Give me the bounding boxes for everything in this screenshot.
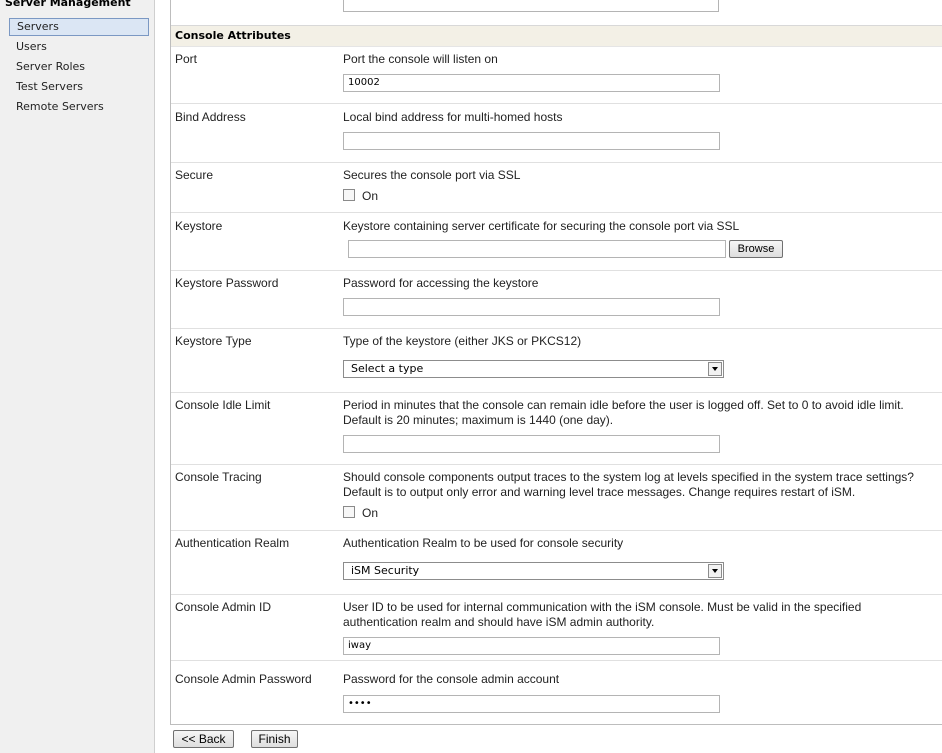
sidebar-item-servers[interactable]: Servers	[9, 18, 149, 36]
section-header: Console Attributes	[171, 25, 942, 47]
secure-description: Secures the console port via SSL	[343, 168, 521, 182]
secure-row: Secure Secures the console port via SSL …	[171, 163, 942, 213]
sidebar-item-remote-servers[interactable]: Remote Servers	[9, 98, 147, 116]
chevron-down-icon[interactable]	[708, 564, 722, 578]
idle-limit-row: Console Idle Limit Period in minutes tha…	[171, 393, 942, 465]
bind-address-label: Bind Address	[175, 110, 246, 124]
admin-password-label: Console Admin Password	[175, 672, 312, 686]
section-title: Console Attributes	[175, 29, 291, 42]
keystore-password-label: Keystore Password	[175, 276, 279, 290]
idle-limit-input[interactable]	[343, 435, 720, 453]
auth-realm-row: Authentication Realm Authentication Real…	[171, 531, 942, 595]
keystore-description: Keystore containing server certificate f…	[343, 219, 740, 233]
bind-address-row: Bind Address Local bind address for mult…	[171, 104, 942, 163]
keystore-label: Keystore	[175, 219, 223, 233]
sidebar: Server Management Servers Users Server R…	[0, 0, 155, 753]
tracing-label: Console Tracing	[175, 470, 262, 484]
sidebar-title: Server Management	[5, 0, 131, 9]
previous-field-input[interactable]	[343, 0, 719, 12]
idle-limit-description: Period in minutes that the console can r…	[343, 398, 904, 427]
keystore-row: Keystore Keystore containing server cert…	[171, 213, 942, 271]
sidebar-item-users[interactable]: Users	[9, 38, 147, 56]
keystore-type-selected: Select a type	[351, 362, 424, 375]
bind-address-input[interactable]	[343, 132, 720, 150]
back-button[interactable]: << Back	[173, 730, 234, 748]
chevron-down-icon[interactable]	[708, 362, 722, 376]
keystore-type-select[interactable]: Select a type	[343, 360, 724, 378]
tracing-description: Should console components output traces …	[343, 470, 914, 499]
keystore-password-input[interactable]	[343, 298, 720, 316]
keystore-type-label: Keystore Type	[175, 334, 252, 348]
admin-password-description: Password for the console admin account	[343, 672, 560, 686]
keystore-type-description: Type of the keystore (either JKS or PKCS…	[343, 334, 582, 348]
port-description: Port the console will listen on	[343, 52, 498, 66]
port-label: Port	[175, 52, 198, 66]
finish-button[interactable]: Finish	[251, 730, 298, 748]
admin-id-label: Console Admin ID	[175, 600, 272, 614]
auth-realm-selected: iSM Security	[351, 564, 420, 577]
console-attributes-panel: Console Attributes Port Port the console…	[170, 0, 942, 725]
port-row: Port Port the console will listen on 100…	[171, 46, 942, 104]
auth-realm-select[interactable]: iSM Security	[343, 562, 724, 580]
browse-button[interactable]: Browse	[729, 240, 783, 258]
admin-id-row: Console Admin ID User ID to be used for …	[171, 595, 942, 661]
sidebar-item-test-servers[interactable]: Test Servers	[9, 78, 147, 96]
secure-checkbox-label: On	[362, 189, 379, 203]
admin-id-description: User ID to be used for internal communic…	[343, 600, 862, 629]
sidebar-item-server-roles[interactable]: Server Roles	[9, 58, 147, 76]
admin-id-input[interactable]: iway	[343, 637, 720, 655]
keystore-file-input[interactable]	[348, 240, 726, 258]
keystore-password-description: Password for accessing the keystore	[343, 276, 539, 290]
bind-address-description: Local bind address for multi-homed hosts	[343, 110, 563, 124]
keystore-password-row: Keystore Password Password for accessing…	[171, 271, 942, 329]
tracing-checkbox[interactable]	[343, 506, 355, 518]
auth-realm-label: Authentication Realm	[175, 536, 290, 550]
idle-limit-label: Console Idle Limit	[175, 398, 271, 412]
keystore-type-row: Keystore Type Type of the keystore (eith…	[171, 329, 942, 393]
auth-realm-description: Authentication Realm to be used for cons…	[343, 536, 624, 550]
admin-password-row: Console Admin Password Password for the …	[171, 661, 942, 723]
secure-checkbox[interactable]	[343, 189, 355, 201]
tracing-checkbox-label: On	[362, 506, 379, 520]
secure-label: Secure	[175, 168, 214, 182]
port-input[interactable]: 10002	[343, 74, 720, 92]
tracing-row: Console Tracing Should console component…	[171, 465, 942, 531]
admin-password-input[interactable]: ••••	[343, 695, 720, 713]
